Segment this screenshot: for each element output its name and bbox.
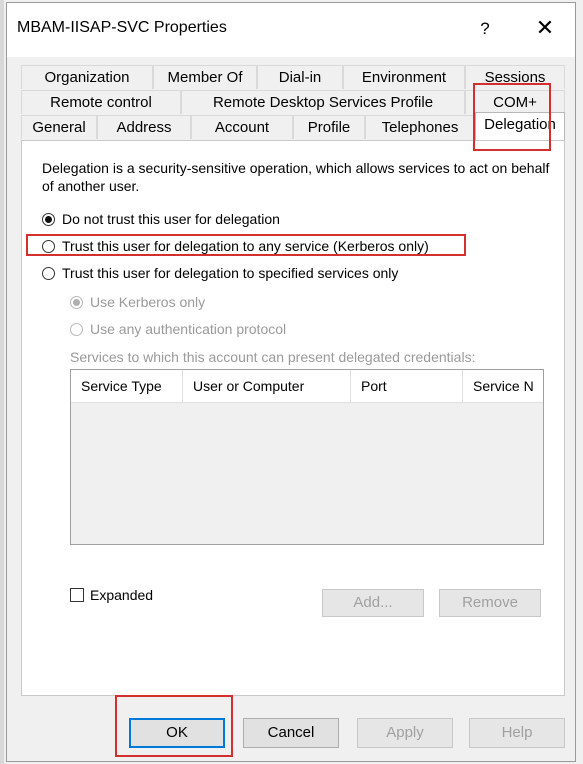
background-window-edge	[0, 0, 4, 764]
column-service-type[interactable]: Service Type	[71, 370, 183, 402]
delegation-description: Delegation is a security-sensitive opera…	[42, 160, 550, 194]
tab-com-plus[interactable]: COM+	[465, 90, 565, 114]
help-icon[interactable]: ?	[467, 11, 503, 47]
help-button[interactable]: Help	[469, 718, 565, 748]
expanded-label: Expanded	[90, 587, 154, 603]
column-user-or-computer[interactable]: User or Computer	[183, 370, 351, 402]
option-specified-services[interactable]: Trust this user for delegation to specif…	[42, 265, 398, 281]
remove-button[interactable]: Remove	[439, 589, 541, 617]
tab-remote-control[interactable]: Remote control	[21, 90, 181, 114]
tab-delegation[interactable]: Delegation	[475, 112, 565, 140]
ok-button[interactable]: OK	[129, 718, 225, 748]
sub-option-any-protocol: Use any authentication protocol	[70, 321, 286, 337]
option-no-delegation[interactable]: Do not trust this user for delegation	[42, 211, 280, 227]
tab-account[interactable]: Account	[191, 115, 293, 139]
radio-button-disabled	[70, 322, 83, 336]
sub-option-kerberos-only: Use Kerberos only	[70, 294, 205, 310]
expanded-checkbox[interactable]	[70, 588, 84, 602]
option-any-service-kerberos[interactable]: Trust this user for delegation to any se…	[42, 238, 429, 254]
tab-telephones[interactable]: Telephones	[365, 115, 475, 139]
tab-address[interactable]: Address	[97, 115, 191, 139]
radio-button-selected[interactable]	[42, 212, 55, 226]
tab-environment[interactable]: Environment	[343, 65, 465, 89]
sub-option-any-protocol-label: Use any authentication protocol	[90, 321, 287, 337]
add-button[interactable]: Add...	[322, 589, 424, 617]
radio-button-disabled	[70, 295, 83, 309]
close-icon[interactable]: ✕	[525, 11, 565, 47]
cancel-button[interactable]: Cancel	[243, 718, 339, 748]
tab-profile[interactable]: Profile	[293, 115, 365, 139]
tab-remote-desktop-services-profile[interactable]: Remote Desktop Services Profile	[181, 90, 465, 114]
tab-dial-in[interactable]: Dial-in	[257, 65, 343, 89]
tab-general[interactable]: General	[21, 115, 97, 139]
sub-option-kerberos-only-label: Use Kerberos only	[90, 294, 206, 310]
services-caption: Services to which this account can prese…	[70, 349, 476, 365]
radio-button[interactable]	[42, 266, 55, 280]
radio-button[interactable]	[42, 239, 55, 253]
column-port[interactable]: Port	[351, 370, 463, 402]
tab-sessions[interactable]: Sessions	[465, 65, 565, 89]
tab-member-of[interactable]: Member Of	[153, 65, 257, 89]
services-list-header: Service Type User or Computer Port Servi…	[71, 370, 543, 403]
apply-button[interactable]: Apply	[357, 718, 453, 748]
properties-dialog: MBAM-IISAP-SVC Properties ? ✕ Organizati…	[6, 2, 576, 762]
tab-organization[interactable]: Organization	[21, 65, 153, 89]
column-service-name[interactable]: Service N	[463, 370, 543, 402]
option-any-service-label: Trust this user for delegation to any se…	[62, 238, 429, 254]
window-title: MBAM-IISAP-SVC Properties	[17, 19, 227, 36]
delegation-panel: Delegation is a security-sensitive opera…	[21, 140, 565, 696]
services-list[interactable]: Service Type User or Computer Port Servi…	[70, 369, 544, 545]
title-bar[interactable]: MBAM-IISAP-SVC Properties ? ✕	[7, 3, 575, 57]
expanded-checkbox-row[interactable]: Expanded	[70, 587, 153, 603]
option-specified-services-label: Trust this user for delegation to specif…	[62, 265, 399, 281]
option-no-delegation-label: Do not trust this user for delegation	[62, 211, 280, 227]
